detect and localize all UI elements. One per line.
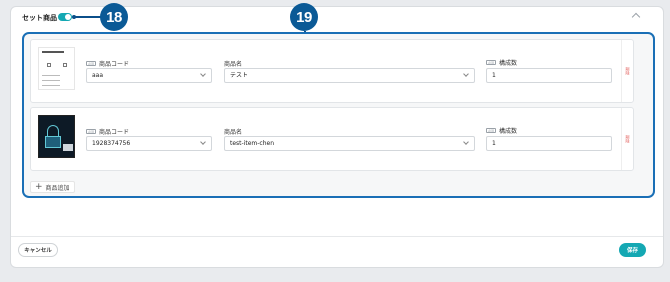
product-name-select[interactable]: test-item-chen bbox=[224, 136, 475, 151]
required-tag: 必須 bbox=[486, 60, 496, 65]
product-code-select[interactable]: aaa bbox=[86, 68, 212, 83]
product-thumbnail bbox=[38, 47, 75, 90]
product-code-label: 必須 商品コード bbox=[86, 129, 130, 136]
delete-row-button[interactable]: 削除 bbox=[621, 40, 633, 102]
annotation-badge-19: 19 bbox=[290, 3, 318, 31]
annotation-badge-18: 18 bbox=[100, 3, 128, 31]
footer-divider bbox=[11, 236, 663, 237]
annotation-connector bbox=[73, 16, 101, 18]
quantity-input[interactable]: 1 bbox=[486, 68, 612, 83]
cancel-button[interactable]: キャンセル bbox=[18, 243, 58, 257]
set-product-toggle[interactable] bbox=[58, 13, 72, 21]
chevron-down-icon bbox=[463, 139, 469, 145]
required-tag: 必須 bbox=[86, 61, 96, 66]
product-code-select[interactable]: 1928374756 bbox=[86, 136, 212, 151]
chevron-down-icon bbox=[463, 71, 469, 77]
required-tag: 必須 bbox=[86, 129, 96, 134]
save-button[interactable]: 保存 bbox=[619, 243, 646, 257]
product-row: 必須 商品コード 1928374756 商品名 test-item-chen 必… bbox=[30, 107, 634, 171]
required-tag: 必須 bbox=[486, 128, 496, 133]
product-name-label: 商品名 bbox=[224, 129, 243, 136]
product-thumbnail bbox=[38, 115, 75, 158]
delete-row-button[interactable]: 削除 bbox=[621, 108, 633, 170]
plus-icon: + bbox=[35, 182, 43, 192]
quantity-input[interactable]: 1 bbox=[486, 136, 612, 151]
product-code-label: 必須 商品コード bbox=[86, 61, 130, 68]
product-row: 必須 商品コード aaa 商品名 テスト 必須 構成数 1 削除 bbox=[30, 39, 634, 103]
chevron-down-icon bbox=[200, 71, 206, 77]
add-product-button[interactable]: + 商品追加 bbox=[30, 181, 75, 193]
quantity-label: 必須 構成数 bbox=[486, 60, 518, 67]
page: セット商品 18 19 必須 商品コード aaa 商品名 テスト 必須 構成数 bbox=[0, 0, 670, 282]
section-title: セット商品 bbox=[22, 14, 57, 22]
chevron-down-icon bbox=[200, 139, 206, 145]
product-name-label: 商品名 bbox=[224, 61, 243, 68]
product-name-select[interactable]: テスト bbox=[224, 68, 475, 83]
quantity-label: 必須 構成数 bbox=[486, 128, 518, 135]
